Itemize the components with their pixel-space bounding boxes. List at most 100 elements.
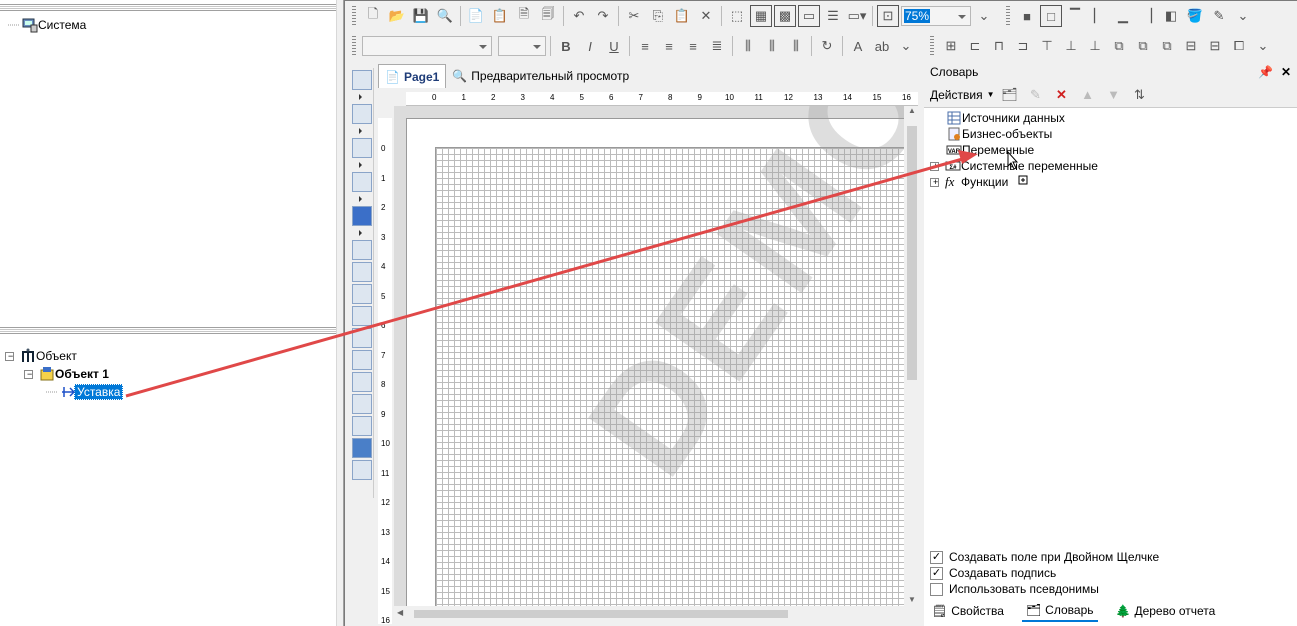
- close-icon[interactable]: ✕: [1281, 65, 1291, 79]
- bold-icon[interactable]: B: [555, 35, 577, 57]
- picture-icon[interactable]: [352, 416, 372, 436]
- fill-color-icon[interactable]: 🪣: [1184, 5, 1206, 27]
- option-use-aliases[interactable]: Использовать псевдонимы: [930, 581, 1099, 597]
- select-all-icon[interactable]: ⬚: [726, 5, 748, 27]
- align-centers-icon[interactable]: ⊓: [988, 35, 1010, 57]
- make-same-size-icon[interactable]: ⧉: [1108, 35, 1130, 57]
- scroll-thumb[interactable]: [414, 610, 788, 618]
- cut-icon[interactable]: ✂: [623, 5, 645, 27]
- sort-icon[interactable]: ⇅: [1129, 84, 1151, 106]
- delete-icon[interactable]: ✕: [1051, 84, 1073, 106]
- tab-report-tree[interactable]: 🌲 Дерево отчета: [1112, 600, 1220, 622]
- align-right-edges-icon[interactable]: ⊐: [1012, 35, 1034, 57]
- dict-item-system-variables[interactable]: + Σ# Системные переменные: [930, 158, 1100, 174]
- redo-icon[interactable]: ↷: [592, 5, 614, 27]
- dict-item-data-sources[interactable]: Источники данных: [944, 110, 1067, 126]
- undo-icon[interactable]: ↶: [568, 5, 590, 27]
- expand-arrow-icon[interactable]: [350, 160, 373, 170]
- page-setup-icon[interactable]: 🗐: [537, 5, 559, 27]
- bring-front-icon[interactable]: ⧠: [1228, 35, 1250, 57]
- checkbox[interactable]: [930, 582, 943, 596]
- highlight-icon[interactable]: ab: [871, 35, 893, 57]
- expand-icon[interactable]: +: [930, 161, 939, 171]
- line-color-icon[interactable]: ✎: [1208, 5, 1230, 27]
- tab-properties[interactable]: 🗒 Свойства: [928, 600, 1008, 622]
- align-to-grid-icon[interactable]: ⊞: [940, 35, 962, 57]
- tab-page1[interactable]: 📄 Page1: [378, 64, 447, 88]
- rich-text-icon[interactable]: [352, 284, 372, 304]
- center-h-icon[interactable]: ⊟: [1180, 35, 1202, 57]
- order-icon[interactable]: ☰: [822, 5, 844, 27]
- text-icon[interactable]: [352, 240, 372, 260]
- font-name-select[interactable]: [362, 36, 492, 56]
- border-top-icon[interactable]: ▔: [1064, 5, 1086, 27]
- border-none-icon[interactable]: □: [1040, 5, 1062, 27]
- tab-dictionary[interactable]: 🗂 Словарь: [1021, 600, 1098, 622]
- make-same-width-icon[interactable]: ⧉: [1132, 35, 1154, 57]
- checkbox[interactable]: ✓: [930, 550, 943, 564]
- tree-item-object-1[interactable]: − Объект 1: [24, 366, 111, 382]
- font-color-icon[interactable]: A: [847, 35, 869, 57]
- italic-icon[interactable]: I: [579, 35, 601, 57]
- valign-middle-icon[interactable]: ⫼: [761, 35, 783, 57]
- image-component-icon[interactable]: [352, 172, 372, 192]
- dict-item-variables[interactable]: VAR Переменные: [944, 142, 1036, 158]
- rotate-icon[interactable]: ↻: [816, 35, 838, 57]
- move-up-icon[interactable]: ▲: [1077, 84, 1099, 106]
- zoom-select[interactable]: 75%: [901, 6, 971, 26]
- align-left-icon[interactable]: ≡: [634, 35, 656, 57]
- bottom-pane-header[interactable]: [0, 327, 336, 334]
- open-icon[interactable]: 📂: [386, 5, 408, 27]
- expand-arrow-icon[interactable]: [350, 92, 373, 102]
- puzzle-icon[interactable]: [352, 206, 372, 226]
- align-right-icon[interactable]: ≡: [682, 35, 704, 57]
- edit-icon[interactable]: ✎: [1025, 84, 1047, 106]
- scroll-left-icon[interactable]: ◀: [397, 608, 403, 617]
- toolbar-grip[interactable]: [930, 36, 934, 56]
- preview-icon[interactable]: 🔍: [434, 5, 456, 27]
- new-icon[interactable]: 🗋: [362, 5, 384, 27]
- paste-icon[interactable]: 📋: [671, 5, 693, 27]
- pin-icon[interactable]: 📌: [1258, 65, 1273, 79]
- checkbox[interactable]: ✓: [930, 566, 943, 580]
- page-view-icon[interactable]: ▭▾: [846, 5, 868, 27]
- dict-item-business-objects[interactable]: Бизнес-объекты: [944, 126, 1054, 142]
- tools-icon[interactable]: [352, 460, 372, 480]
- show-headers-icon[interactable]: ▭: [798, 5, 820, 27]
- move-down-icon[interactable]: ▼: [1103, 84, 1125, 106]
- option-create-label[interactable]: ✓ Создавать подпись: [930, 565, 1056, 581]
- panel-icon[interactable]: [352, 328, 372, 348]
- toolbar-grip[interactable]: [352, 6, 356, 26]
- valign-top-icon[interactable]: ⫼: [737, 35, 759, 57]
- border-all-icon[interactable]: ■: [1016, 5, 1038, 27]
- justify-icon[interactable]: ≣: [706, 35, 728, 57]
- toolbar-overflow-icon[interactable]: ⌄: [973, 5, 995, 27]
- scroll-up-icon[interactable]: ▲: [904, 106, 920, 115]
- align-center-icon[interactable]: ≡: [658, 35, 680, 57]
- databand-icon[interactable]: [352, 138, 372, 158]
- collapse-icon[interactable]: −: [24, 369, 33, 379]
- tree-item-object[interactable]: − Объект: [5, 348, 79, 364]
- new-page-icon[interactable]: 📄: [465, 5, 487, 27]
- make-same-height-icon[interactable]: ⧉: [1156, 35, 1178, 57]
- center-v-icon[interactable]: ⊟: [1204, 35, 1226, 57]
- zoom-icon[interactable]: ⊡: [877, 5, 899, 27]
- new-item-icon[interactable]: 🗂: [999, 84, 1021, 106]
- align-grid-icon[interactable]: ▩: [774, 5, 796, 27]
- collapse-icon[interactable]: −: [5, 351, 14, 361]
- scroll-down-icon[interactable]: ▼: [904, 595, 920, 604]
- toolbar-overflow-icon[interactable]: ⌄: [1252, 35, 1274, 57]
- subreport-icon[interactable]: [352, 372, 372, 392]
- tree-item-system[interactable]: Система: [8, 17, 88, 33]
- cross-band-icon[interactable]: [352, 104, 372, 124]
- align-tops-icon[interactable]: ⊤: [1036, 35, 1058, 57]
- align-middles-icon[interactable]: ⊥: [1060, 35, 1082, 57]
- text-block-icon[interactable]: [352, 262, 372, 282]
- system-text-icon[interactable]: [352, 306, 372, 326]
- toolbar-overflow-icon[interactable]: ⌄: [1232, 5, 1254, 27]
- save-icon[interactable]: 💾: [410, 5, 432, 27]
- copy-icon[interactable]: ⎘: [647, 5, 669, 27]
- tree-item-setpoint[interactable]: Уставка: [46, 384, 124, 400]
- valign-bottom-icon[interactable]: ⫼: [785, 35, 807, 57]
- actions-menu[interactable]: Действия: [930, 88, 983, 102]
